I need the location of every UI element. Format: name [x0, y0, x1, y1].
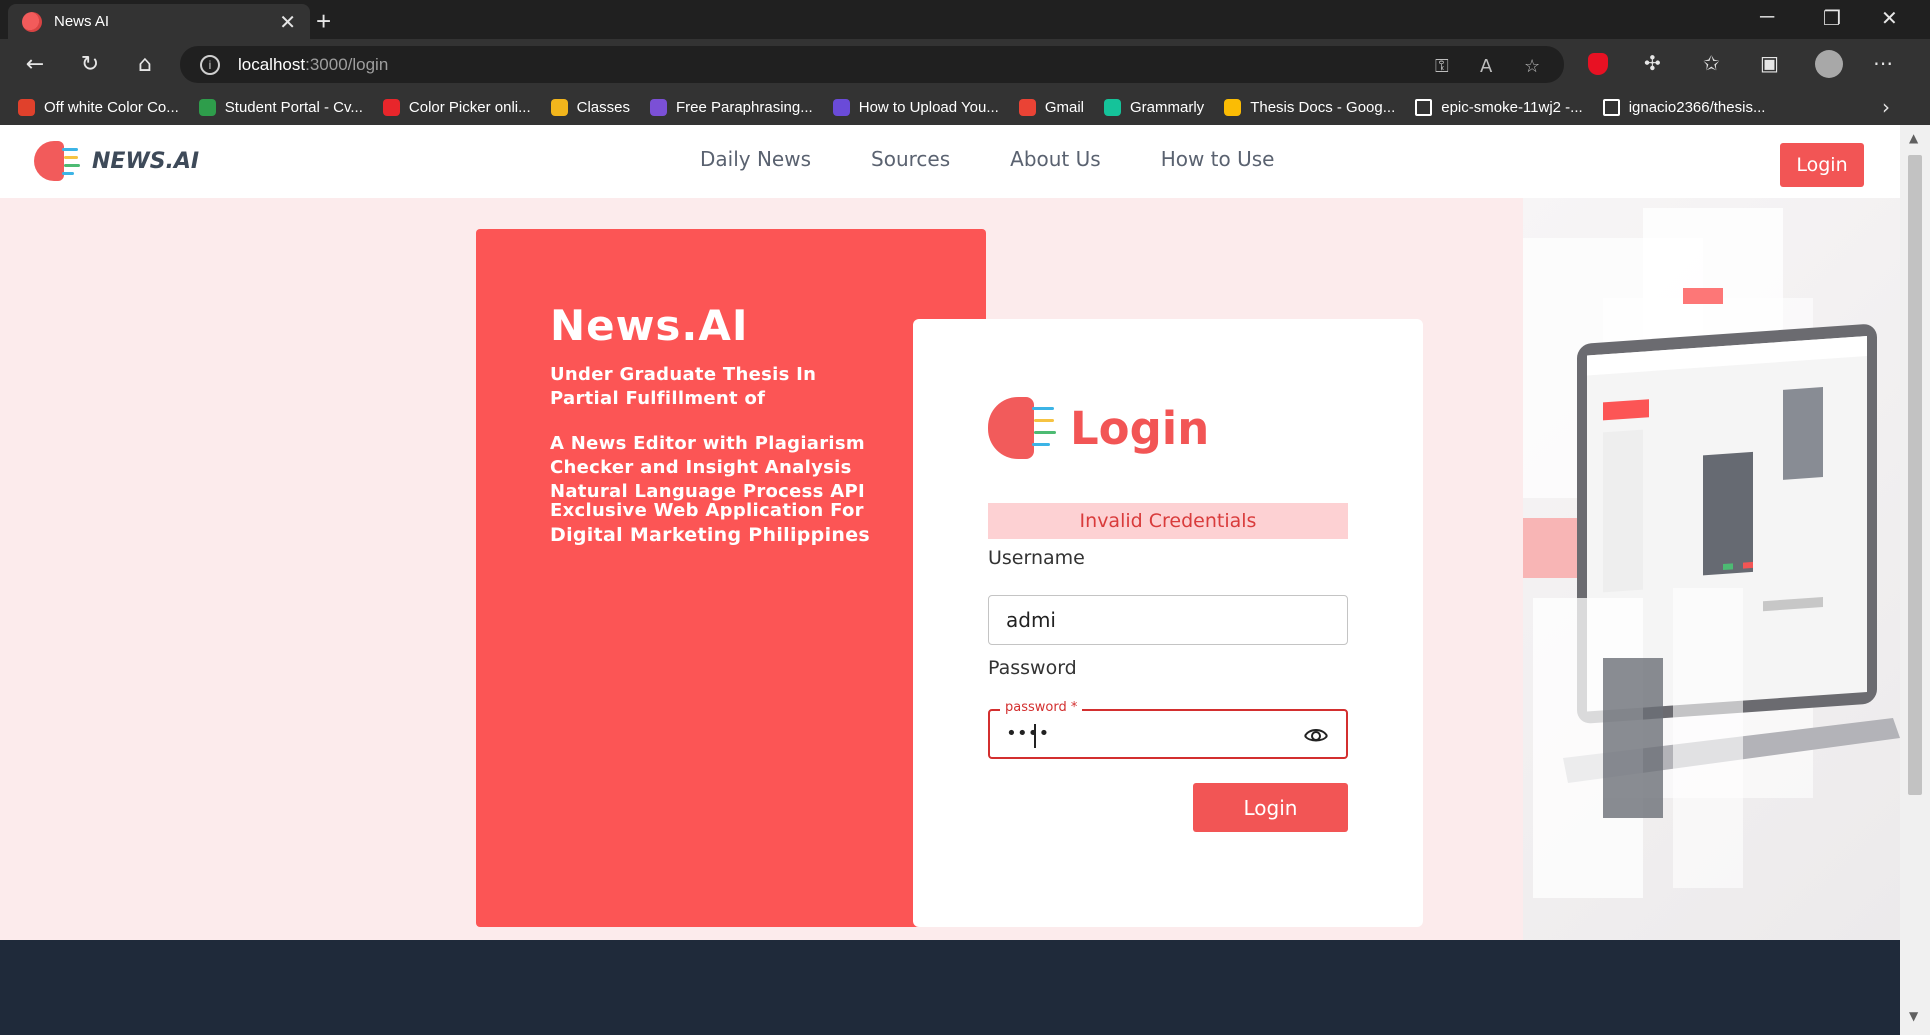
- tab-title: News AI: [54, 13, 110, 30]
- header-login-button[interactable]: Login: [1780, 143, 1864, 187]
- username-input[interactable]: admi: [988, 595, 1348, 645]
- bookmark-favicon-icon: [832, 98, 850, 116]
- site-header: NEWS.AI Daily News Sources About Us How …: [0, 125, 1900, 198]
- news-ai-favicon-icon: [22, 11, 42, 32]
- bookmark-label: Thesis Docs - Goog...: [1250, 98, 1396, 116]
- site-info-icon[interactable]: i: [200, 54, 220, 75]
- scrollbar-thumb[interactable]: [1908, 155, 1922, 795]
- brain-logo-icon: [988, 393, 1058, 463]
- username-label: Username: [988, 547, 1085, 569]
- password-input[interactable]: password * ••••: [988, 700, 1348, 759]
- nav-sources[interactable]: Sources: [871, 147, 950, 171]
- show-password-icon[interactable]: [1303, 723, 1329, 747]
- password-key-icon[interactable]: ⚿: [1435, 56, 1449, 77]
- page-scrollbar[interactable]: ▲ ▼: [1900, 125, 1930, 1035]
- tab-close-icon[interactable]: ✕: [279, 12, 296, 32]
- login-header: Login: [988, 393, 1209, 463]
- password-label: Password: [988, 657, 1077, 679]
- bookmark-label: ignacio2366/thesis...: [1628, 98, 1766, 116]
- bookmark-item[interactable]: Student Portal - Cv...: [198, 98, 363, 116]
- bookmark-favicon-icon: [1104, 98, 1122, 116]
- brain-logo-icon: [34, 138, 80, 184]
- error-alert: Invalid Credentials: [988, 503, 1348, 539]
- promo-panel: News.AI Under Graduate Thesis In Partial…: [476, 229, 986, 927]
- home-icon[interactable]: ⌂: [130, 49, 160, 79]
- back-icon[interactable]: ←: [20, 49, 50, 79]
- bookmark-label: Gmail: [1044, 98, 1085, 116]
- minimize-icon[interactable]: ─: [1760, 6, 1774, 29]
- page-viewport: NEWS.AI Daily News Sources About Us How …: [0, 125, 1900, 1035]
- bookmark-item[interactable]: Classes: [550, 98, 630, 116]
- bookmark-item[interactable]: Free Paraphrasing...: [649, 98, 813, 116]
- collections-icon[interactable]: ▣: [1760, 51, 1779, 75]
- bookmark-item[interactable]: ignacio2366/thesis...: [1602, 98, 1766, 116]
- extensions-icon[interactable]: ✣: [1644, 51, 1661, 75]
- bookmark-favicon-icon: [382, 98, 400, 116]
- bookmark-item[interactable]: Thesis Docs - Goog...: [1224, 98, 1396, 116]
- read-aloud-icon[interactable]: A: [1480, 56, 1492, 77]
- new-tab-button[interactable]: +: [316, 6, 331, 37]
- bookmark-label: Off white Color Co...: [44, 98, 179, 116]
- bookmark-favicon-icon: [550, 98, 568, 116]
- bookmark-favicon-icon: [649, 98, 667, 116]
- site-logo[interactable]: NEWS.AI: [34, 138, 199, 184]
- bookmark-favicon-icon: [1602, 98, 1620, 116]
- scroll-up-icon[interactable]: ▲: [1909, 131, 1918, 145]
- promo-exclusive: Exclusive Web Application For: [550, 500, 864, 521]
- browser-tab[interactable]: News AI ✕: [8, 4, 310, 39]
- extension-shield-icon[interactable]: [1588, 53, 1608, 75]
- bookmark-item[interactable]: Grammarly: [1104, 98, 1205, 116]
- login-submit-button[interactable]: Login: [1193, 783, 1348, 832]
- bookmark-label: Free Paraphrasing...: [675, 98, 813, 116]
- login-title: Login: [1070, 401, 1210, 455]
- add-favorite-icon[interactable]: ☆: [1524, 56, 1540, 77]
- bookmark-favicon-icon: [1415, 98, 1433, 116]
- text-cursor: [1034, 724, 1036, 748]
- password-value: ••••: [1006, 723, 1050, 744]
- window-close-icon[interactable]: ✕: [1881, 6, 1898, 31]
- url-path: :3000/login: [305, 54, 389, 74]
- bookmarks-bar: Off white Color Co... Student Portal - Cv…: [0, 89, 1930, 125]
- bookmark-item[interactable]: Off white Color Co...: [18, 98, 179, 116]
- bookmarks-overflow-icon[interactable]: ›: [1882, 95, 1890, 119]
- nav-daily-news[interactable]: Daily News: [700, 147, 811, 171]
- password-floating-label: password *: [1000, 700, 1083, 715]
- reload-icon[interactable]: ↻: [75, 49, 105, 79]
- bookmark-item[interactable]: Gmail: [1018, 98, 1085, 116]
- promo-title: News.AI: [550, 301, 749, 350]
- promo-subtitle: Under Graduate Thesis In Partial Fulfill…: [550, 364, 817, 409]
- address-bar[interactable]: i localhost :3000/login ⚿ A ☆: [180, 46, 1564, 83]
- restore-icon[interactable]: ❐: [1823, 6, 1841, 31]
- nav-how-to-use[interactable]: How to Use: [1161, 147, 1275, 171]
- browser-toolbar: ← ↻ ⌂ i localhost :3000/login ⚿ A ☆ ✣ ✩ …: [0, 39, 1930, 89]
- bookmark-label: Student Portal - Cv...: [224, 98, 363, 116]
- bookmark-label: Grammarly: [1130, 98, 1205, 116]
- url-host: localhost: [238, 54, 306, 74]
- bookmark-favicon-icon: [198, 98, 216, 116]
- bookmark-favicon-icon: [18, 98, 35, 116]
- bookmark-label: Color Picker onli...: [408, 98, 531, 116]
- bookmark-item[interactable]: Color Picker onli...: [382, 98, 531, 116]
- laptop-mockup-image: [1523, 198, 1900, 940]
- bookmark-label: epic-smoke-11wj2 -...: [1441, 98, 1583, 116]
- main-nav: Daily News Sources About Us How to Use: [700, 147, 1334, 171]
- bookmark-item[interactable]: epic-smoke-11wj2 -...: [1415, 98, 1583, 116]
- login-card: Login Invalid Credentials Username admi …: [913, 319, 1423, 927]
- profile-avatar[interactable]: [1815, 50, 1843, 78]
- bookmark-favicon-icon: [1018, 98, 1036, 116]
- bookmark-label: How to Upload You...: [858, 98, 999, 116]
- promo-company: Digital Marketing Philippines: [550, 524, 871, 546]
- scroll-down-icon[interactable]: ▼: [1909, 1009, 1918, 1023]
- bookmark-item[interactable]: How to Upload You...: [832, 98, 999, 116]
- nav-about-us[interactable]: About Us: [1010, 147, 1101, 171]
- more-menu-icon[interactable]: ⋯: [1873, 51, 1893, 75]
- site-footer: [0, 940, 1900, 1035]
- promo-description: A News Editor with Plagiarism Checker an…: [550, 433, 865, 502]
- bookmark-label: Classes: [576, 98, 630, 116]
- favorites-icon[interactable]: ✩: [1703, 51, 1720, 75]
- browser-tabbar: News AI ✕ + ─ ❐ ✕: [0, 0, 1930, 39]
- brand-name: NEWS.AI: [92, 148, 200, 174]
- bookmark-favicon-icon: [1224, 98, 1242, 116]
